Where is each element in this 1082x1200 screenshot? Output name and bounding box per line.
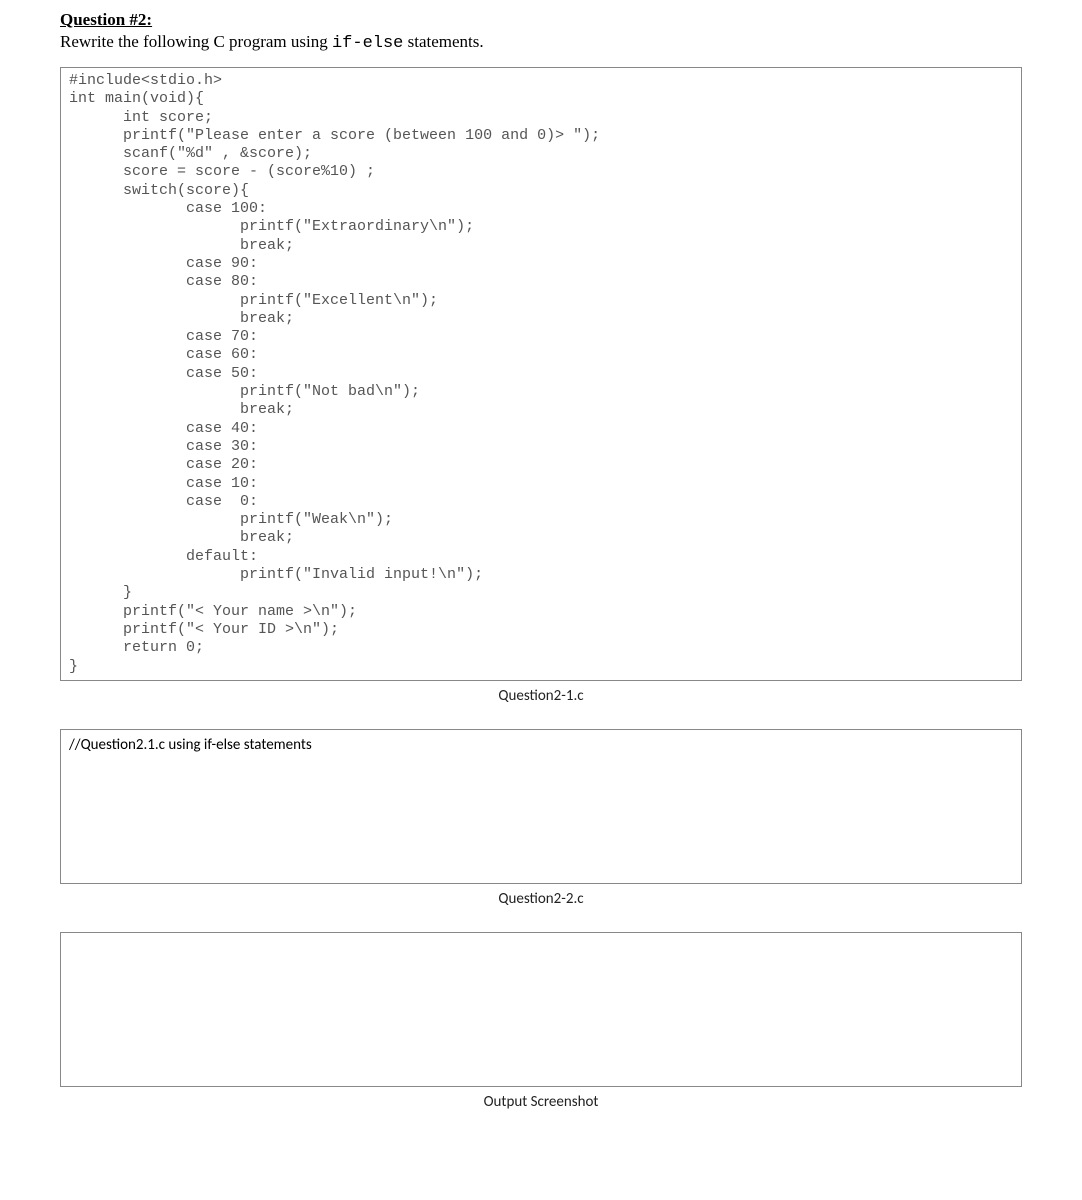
caption-question2-2: Question2-2.c xyxy=(60,890,1022,908)
question-title: Question #2: xyxy=(60,10,1022,30)
code-block-original: #include<stdio.h> int main(void){ int sc… xyxy=(60,67,1022,681)
caption-output-screenshot: Output Screenshot xyxy=(60,1093,1022,1111)
caption-question2-1: Question2-1.c xyxy=(60,687,1022,705)
instruction-prefix: Rewrite the following C program using xyxy=(60,32,332,51)
output-screenshot-box xyxy=(60,932,1022,1087)
answer-box-text: //Question2.1.c using if-else statements xyxy=(69,736,312,754)
answer-box-ifelse: //Question2.1.c using if-else statements xyxy=(60,729,1022,884)
question-instruction: Rewrite the following C program using if… xyxy=(60,32,1022,53)
instruction-suffix: statements. xyxy=(403,32,483,51)
instruction-mono: if-else xyxy=(332,34,403,53)
